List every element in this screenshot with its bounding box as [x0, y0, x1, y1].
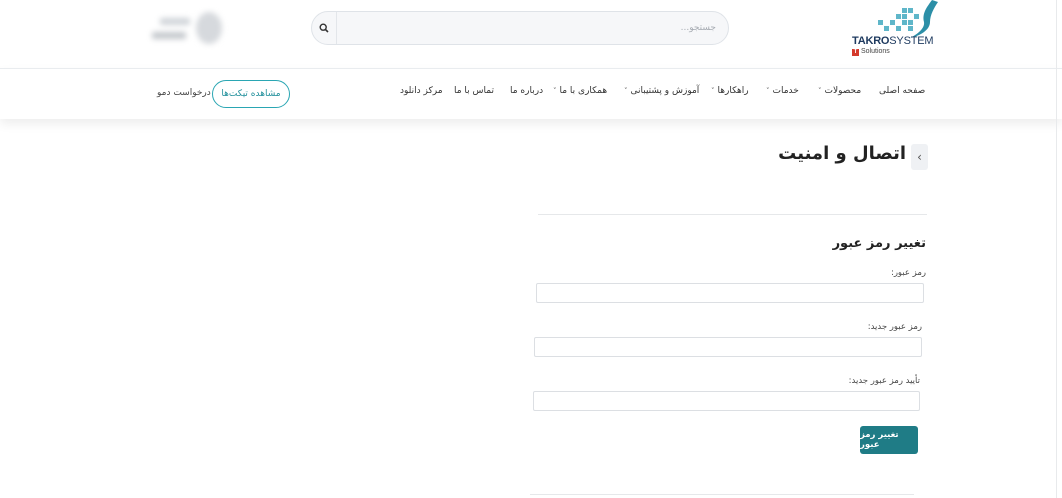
change-password-button[interactable]: تغییر رمز عبور — [860, 426, 918, 454]
logo-swoosh-icon — [910, 0, 938, 38]
new-password-label: رمز عبور جدید: — [867, 322, 922, 332]
search-input[interactable] — [336, 16, 724, 40]
nav-item-download-center[interactable]: مرکز دانلود — [400, 86, 443, 96]
nav-item-training-support[interactable]: آموزش و پشتیبانی˅ — [624, 86, 699, 96]
view-tickets-button[interactable]: مشاهده تیکت‌ها — [212, 80, 290, 108]
logo-tagline: T Solutions — [852, 48, 890, 56]
search-bar — [311, 11, 729, 45]
page-title: اتصال و امنیت — [778, 143, 906, 164]
avatar — [196, 12, 222, 44]
nav-item-contact[interactable]: تماس با ما — [454, 86, 494, 96]
request-demo-link[interactable]: درخواست دمو — [157, 88, 211, 98]
back-button[interactable]: ‹ — [911, 144, 928, 170]
page-edge-divider — [1056, 0, 1057, 498]
confirm-password-label: تأیید رمز عبور جدید: — [848, 376, 920, 386]
confirm-password-field[interactable] — [533, 391, 920, 411]
search-button[interactable] — [312, 12, 337, 44]
current-password-field[interactable] — [536, 283, 924, 303]
user-info-blurred — [152, 32, 186, 39]
nav-item-about[interactable]: درباره ما — [510, 86, 543, 96]
form-title: تغییر رمز عبور — [832, 236, 926, 251]
main-navigation: صفحه اصلی محصولات˅ خدمات˅ راهکارها˅ آموز… — [0, 68, 1062, 119]
site-logo[interactable]: TAKROSYSTEM T Solutions — [838, 0, 948, 62]
nav-item-services[interactable]: خدمات˅ — [766, 86, 799, 96]
nav-item-products[interactable]: محصولات˅ — [818, 86, 861, 96]
divider — [530, 494, 914, 495]
logo-wordmark: TAKROSYSTEM — [852, 35, 934, 47]
user-account[interactable] — [148, 10, 228, 50]
user-name-blurred — [160, 18, 190, 25]
chevron-down-icon: ˅ — [711, 87, 715, 95]
search-icon — [319, 23, 329, 33]
divider — [538, 214, 927, 215]
nav-item-cooperation[interactable]: همکاری با ما˅ — [553, 86, 607, 96]
chevron-down-icon: ˅ — [553, 87, 557, 95]
chevron-down-icon: ˅ — [818, 87, 822, 95]
new-password-field[interactable] — [534, 337, 922, 357]
nav-item-solutions[interactable]: راهکارها˅ — [711, 86, 749, 96]
top-header: TAKROSYSTEM T Solutions — [0, 0, 1062, 68]
chevron-left-icon: ‹ — [917, 150, 922, 164]
current-password-label: رمز عبور: — [890, 268, 926, 278]
nav-item-home[interactable]: صفحه اصلی — [879, 86, 925, 96]
chevron-down-icon: ˅ — [766, 87, 770, 95]
chevron-down-icon: ˅ — [624, 87, 628, 95]
